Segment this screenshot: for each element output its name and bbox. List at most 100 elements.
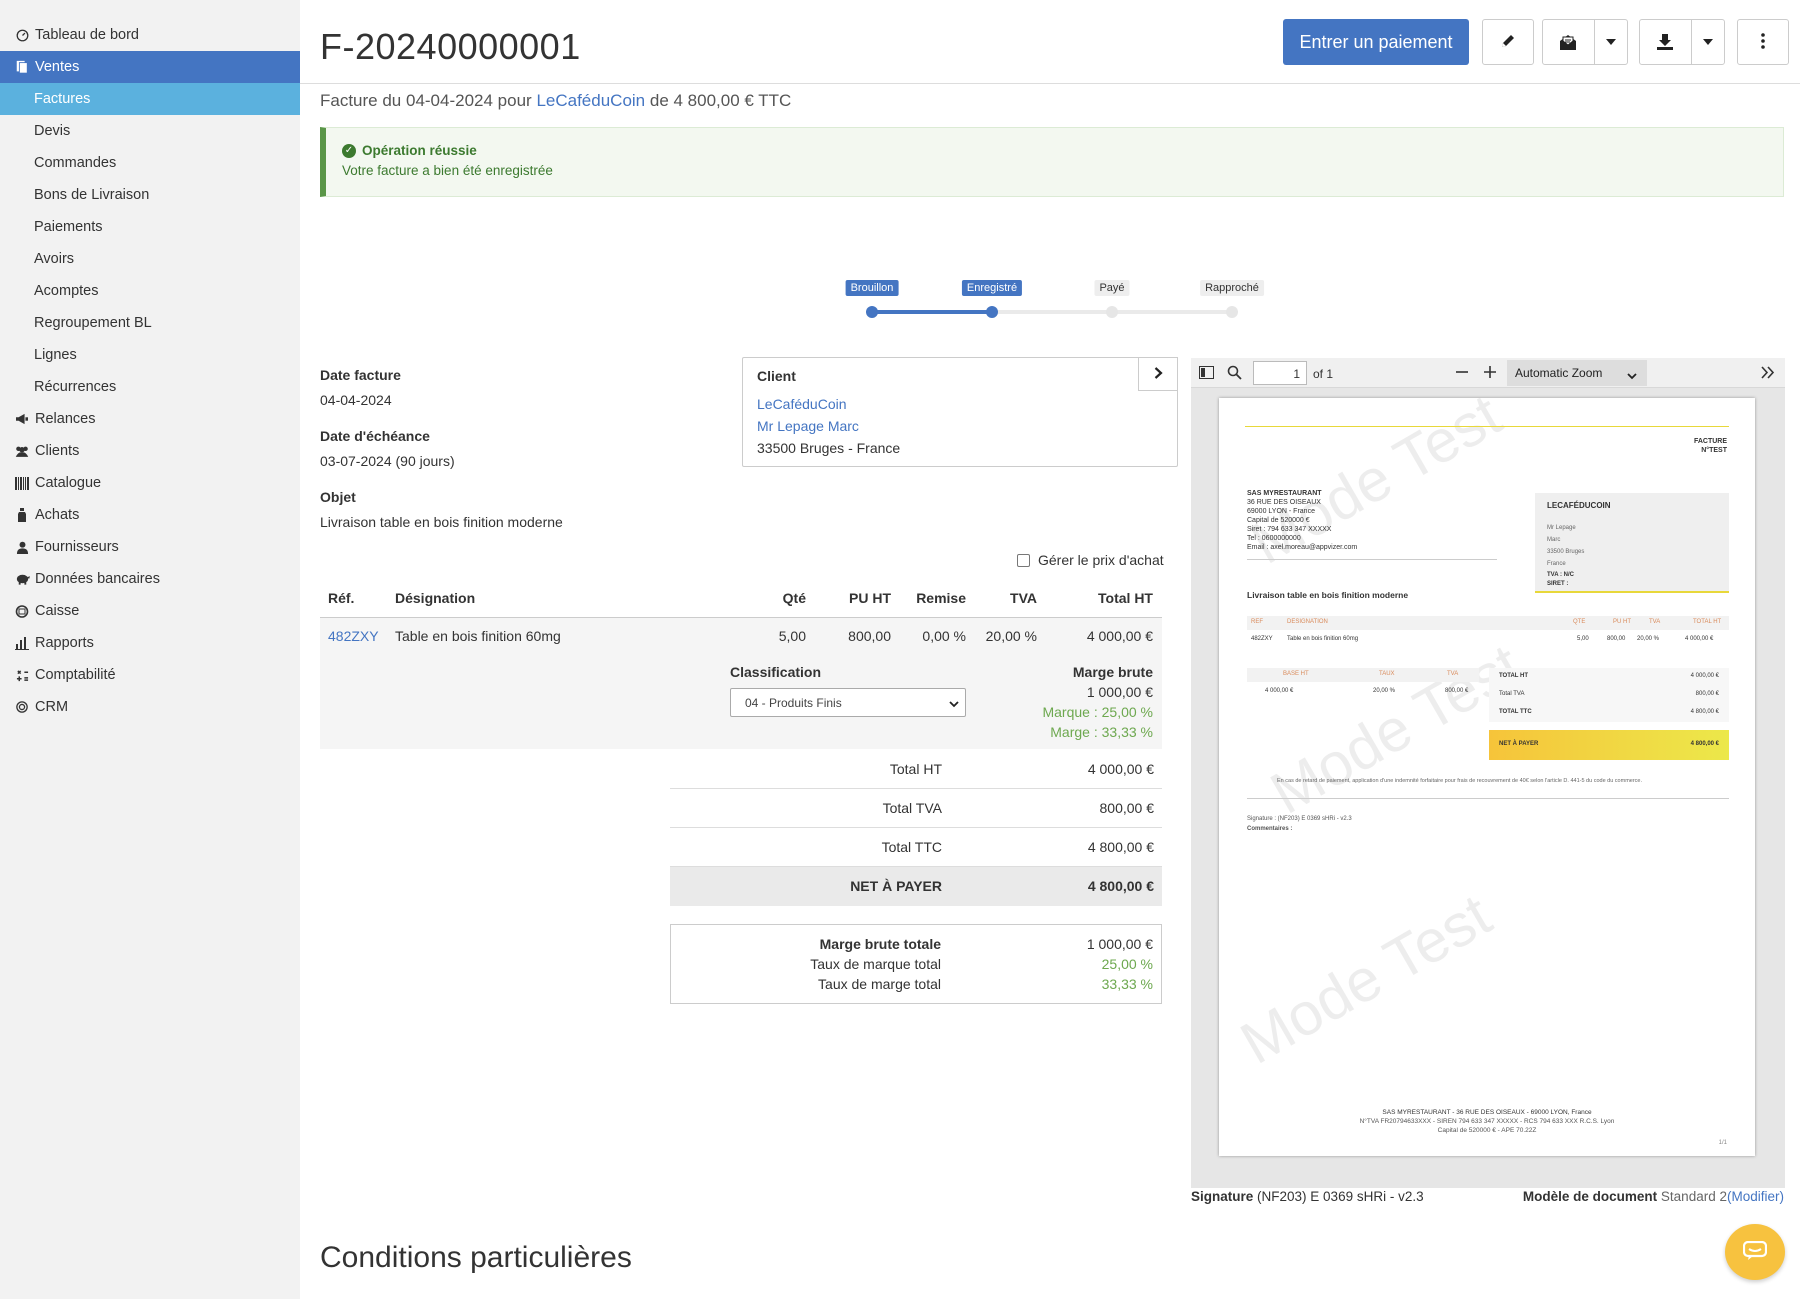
doc-recipient-line: TVA : N/C [1547, 572, 1574, 578]
chevron-down-icon[interactable] [1595, 39, 1627, 45]
client-link[interactable]: LeCaféduCoin [536, 91, 645, 110]
doc-table-header: REF DESIGNATION QTE PU HT TVA TOTAL HT [1247, 616, 1729, 630]
doc-number: N°TEST [1701, 447, 1727, 454]
net-a-payer-value: 4 800,00 € [1087, 878, 1154, 894]
taux-marque-value: 25,00 % [1101, 956, 1153, 972]
enter-payment-button[interactable]: Entrer un paiement [1283, 19, 1469, 65]
header-divider [300, 83, 1800, 84]
doc-page-number: 1/1 [1718, 1140, 1727, 1146]
chat-bubble-icon [1742, 1240, 1768, 1264]
col-ref: Réf. [328, 590, 355, 606]
doc-vat-col: BASE HT [1283, 671, 1309, 677]
sidebar-toggle-icon[interactable] [1199, 366, 1214, 382]
sidebar-item-bons-livraison[interactable]: Bons de Livraison [0, 179, 300, 211]
search-icon[interactable] [1227, 365, 1242, 383]
model-value: Standard 2 [1660, 1189, 1727, 1204]
sidebar-item-factures[interactable]: Factures [0, 83, 300, 115]
sidebar-item-label: Tableau de bord [35, 27, 139, 43]
zoom-in-icon[interactable] [1483, 364, 1497, 383]
due-date-label: Date d'échéance [320, 428, 430, 444]
sidebar-item-label: Données bancaires [35, 571, 160, 587]
sidebar-item-dashboard[interactable]: Tableau de bord [0, 19, 300, 51]
row-designation: Table en bois finition 60mg [395, 628, 561, 644]
sidebar-item-label: Ventes [35, 59, 80, 75]
client-name-link[interactable]: LeCaféduCoin [757, 396, 1163, 412]
row-tva: 20,00 % [985, 628, 1037, 644]
sidebar-item-ventes[interactable]: Ventes [0, 51, 300, 83]
marge-brute-label: Marge brute [1072, 664, 1153, 680]
double-chevron-right-icon[interactable] [1761, 366, 1775, 382]
sidebar-item-caisse[interactable]: Caisse [0, 595, 300, 627]
sidebar-item-paiements[interactable]: Paiements [0, 211, 300, 243]
sidebar-item-relances[interactable]: Relances [0, 403, 300, 435]
alert-title: ✓ Opération réussie [342, 143, 1767, 158]
sidebar-item-commandes[interactable]: Commandes [0, 147, 300, 179]
doc-cell: 20,00 % [1637, 636, 1660, 642]
download-dropdown[interactable] [1639, 19, 1725, 65]
doc-col: DESIGNATION [1287, 619, 1328, 625]
dashboard-icon [14, 27, 30, 43]
sidebar-item-rapports[interactable]: Rapports [0, 627, 300, 659]
col-remise: Remise [916, 590, 966, 606]
sidebar-item-avoirs[interactable]: Avoirs [0, 243, 300, 275]
classification-label: Classification [730, 664, 822, 680]
page-number-input[interactable]: 1 [1253, 361, 1307, 385]
more-actions-button[interactable] [1737, 19, 1789, 65]
sidebar-item-regroupement-bl[interactable]: Regroupement BL [0, 307, 300, 339]
doc-recipient-line: 33500 Bruges [1547, 549, 1585, 555]
sidebar-item-label: Catalogue [35, 475, 102, 491]
purchase-price-checkbox[interactable] [1017, 553, 1030, 567]
purchase-price-toggle[interactable]: Gérer le prix d'achat [1017, 552, 1164, 568]
zoom-select[interactable]: Automatic Zoom [1507, 360, 1647, 386]
sidebar-item-label: Regroupement BL [34, 315, 152, 331]
sidebar-item-comptabilite[interactable]: Comptabilité [0, 659, 300, 691]
envelope-open-icon[interactable] [1543, 32, 1594, 52]
sidebar-item-catalogue[interactable]: Catalogue [0, 467, 300, 499]
piggy-bank-icon [14, 571, 30, 587]
doc-vat-cell: 20,00 % [1373, 688, 1396, 694]
edit-button[interactable] [1482, 19, 1534, 65]
client-open-button[interactable] [1138, 357, 1178, 391]
pdf-page: Mode Test Mode Test Mode Test FACTURE N°… [1219, 398, 1755, 1156]
doc-top-line [1245, 426, 1729, 427]
due-date-value: 03-07-2024 (90 jours) [320, 453, 455, 469]
total-ttc-value: 4 800,00 € [1087, 839, 1154, 855]
client-contact-link[interactable]: Mr Lepage Marc [757, 418, 1163, 434]
sidebar-item-acomptes[interactable]: Acomptes [0, 275, 300, 307]
doc-vat-col: TAUX [1379, 671, 1395, 677]
page-count: of 1 [1313, 367, 1334, 381]
doc-col: QTE [1573, 619, 1586, 625]
sidebar-item-fournisseurs[interactable]: Fournisseurs [0, 531, 300, 563]
sidebar-item-label: Bons de Livraison [34, 187, 150, 203]
doc-recipient-line: Marc [1547, 537, 1561, 543]
object-label: Objet [320, 489, 356, 505]
row-ref-link[interactable]: 482ZXY [328, 628, 379, 644]
chat-button[interactable] [1725, 1224, 1785, 1280]
sidebar-item-crm[interactable]: CRM [0, 691, 300, 723]
sidebar-item-lignes[interactable]: Lignes [0, 339, 300, 371]
model-modify-link[interactable]: (Modifier) [1727, 1189, 1784, 1204]
doc-vat-header: BASE HT TAUX TVA [1247, 668, 1479, 682]
sidebar-item-donnees-bancaires[interactable]: Données bancaires [0, 563, 300, 595]
doc-total-value: 4 800,00 € [1690, 709, 1719, 715]
object-value: Livraison table en bois finition moderne [320, 514, 563, 530]
download-icon[interactable] [1640, 33, 1691, 51]
sidebar-item-clients[interactable]: Clients [0, 435, 300, 467]
doc-sender-line: Tel : 0600000000 [1247, 535, 1301, 542]
doc-recipient-box: LECAFÉDUCOIN Mr Lepage Marc 33500 Bruges… [1535, 493, 1729, 593]
classification-select[interactable]: 04 - Produits Finis [730, 688, 966, 717]
watermark: Mode Test [1229, 881, 1502, 1077]
doc-footer-line: N°TVA FR20794633XXX - SIREN 794 633 347 … [1359, 1118, 1615, 1125]
marge-brute-value: 1 000,00 € [1086, 684, 1153, 700]
zoom-out-icon[interactable] [1455, 364, 1469, 383]
pdf-toolbar: 1 of 1 Automatic Zoom [1191, 358, 1785, 388]
sidebar-item-achats[interactable]: Achats [0, 499, 300, 531]
chevron-down-icon[interactable] [1692, 39, 1724, 45]
sidebar-item-recurrences[interactable]: Récurrences [0, 371, 300, 403]
marge-totale-value: 1 000,00 € [1086, 936, 1153, 952]
model-label: Modèle de document [1522, 1189, 1658, 1204]
sidebar-item-devis[interactable]: Devis [0, 115, 300, 147]
email-dropdown[interactable] [1542, 19, 1628, 65]
col-tva: TVA [1010, 590, 1037, 606]
doc-late-notice: En cas de retard de paiement, applicatio… [1277, 778, 1643, 784]
